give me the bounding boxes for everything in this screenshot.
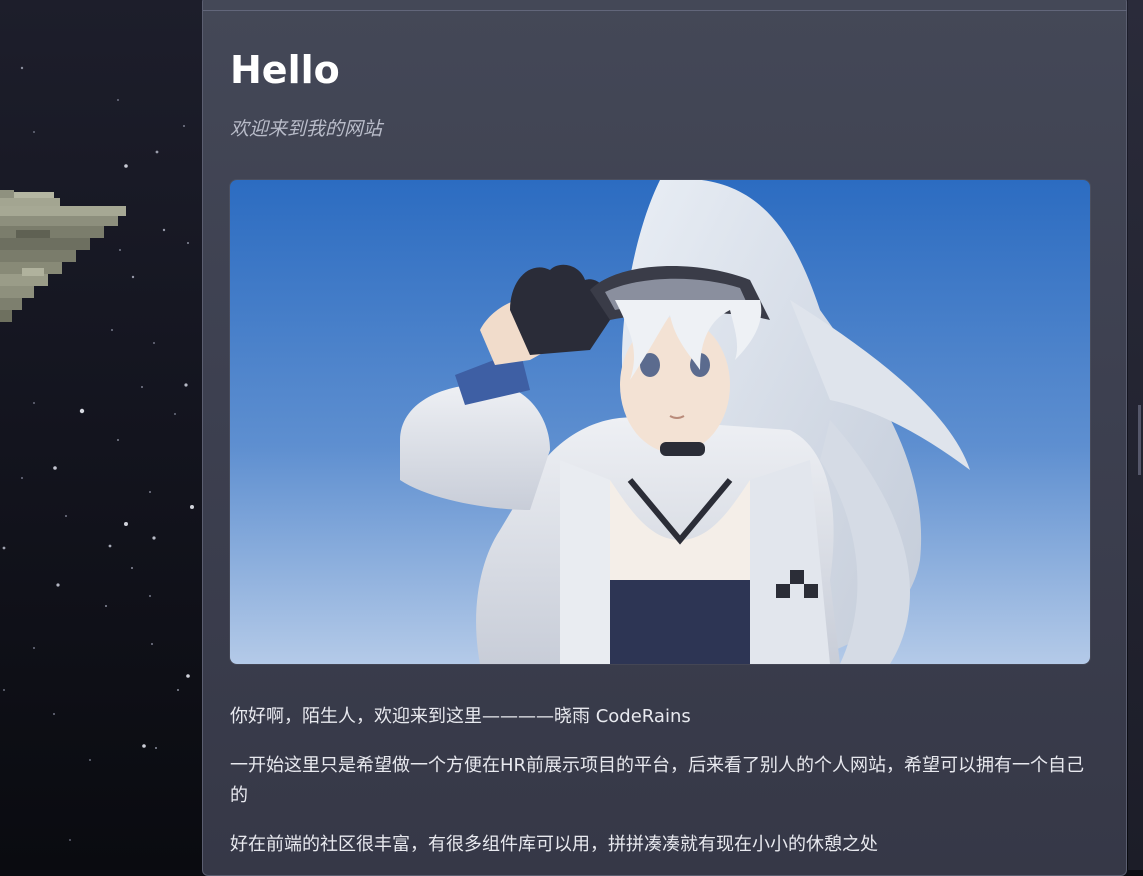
- page-title: Hello: [230, 48, 340, 92]
- intro-paragraph: 你好啊，陌生人，欢迎来到这里————晓雨 CodeRains: [230, 706, 691, 727]
- scrollbar-handle[interactable]: [1138, 405, 1141, 475]
- community-paragraph: 好在前端的社区很丰富，有很多组件库可以用，拼拼凑凑就有现在小小的休憩之处: [230, 834, 878, 855]
- hero-image: [230, 180, 1090, 664]
- page-subtitle: 欢迎来到我的网站: [230, 118, 383, 140]
- pixel-asteroid-decoration: [0, 190, 126, 322]
- card-divider: [203, 10, 1127, 11]
- story-paragraph: 一开始这里只是希望做一个方便在HR前展示项目的平台，后来看了别人的个人网站，希望…: [230, 755, 1085, 806]
- starfield-background: [2, 66, 194, 841]
- anime-character-illustration-icon: [230, 180, 1090, 664]
